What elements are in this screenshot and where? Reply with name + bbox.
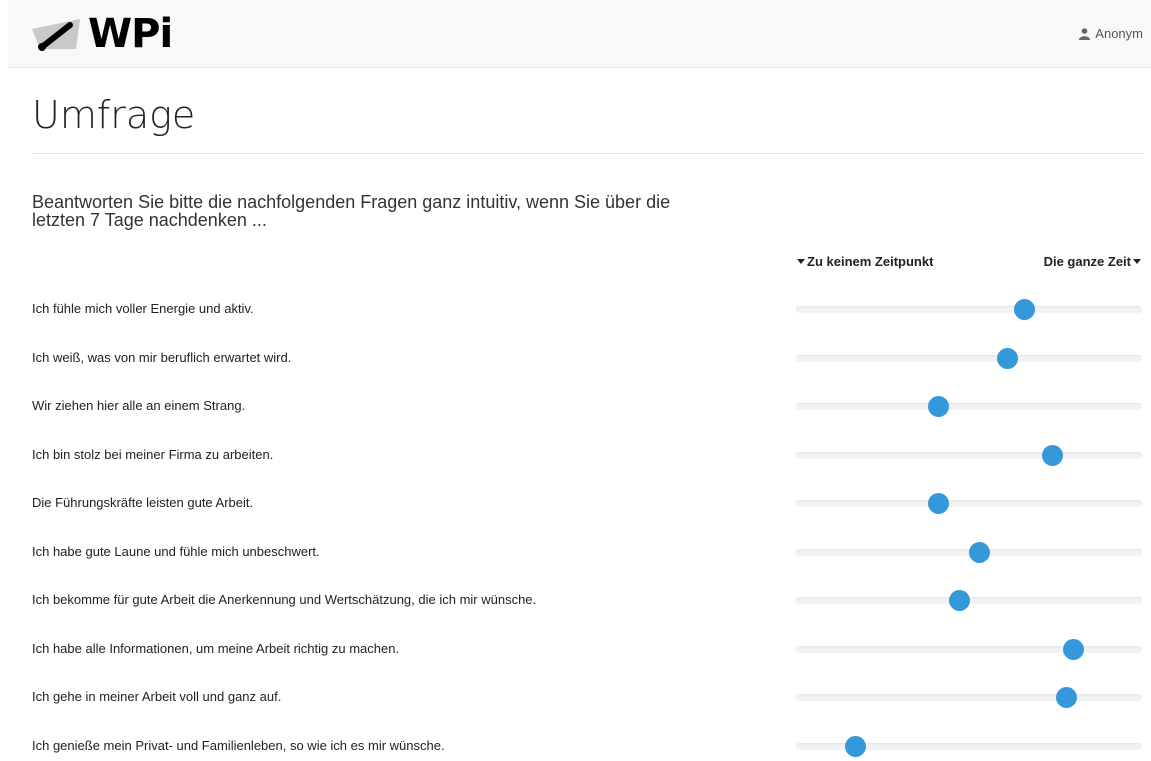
user-icon xyxy=(1079,27,1091,40)
question-row: Ich genieße mein Privat- und Familienleb… xyxy=(0,731,1151,761)
question-label: Ich gehe in meiner Arbeit voll und ganz … xyxy=(32,689,282,704)
title-divider xyxy=(32,153,1143,154)
question-slider[interactable] xyxy=(796,634,1142,664)
question-row: Ich bin stolz bei meiner Firma zu arbeit… xyxy=(0,440,1151,470)
scale-max-text: Die ganze Zeit xyxy=(1043,254,1131,269)
slider-handle[interactable] xyxy=(927,493,949,514)
slider-handle[interactable] xyxy=(1055,687,1077,708)
caret-down-icon xyxy=(797,259,805,264)
slider-handle[interactable] xyxy=(1042,445,1064,466)
slider-handle[interactable] xyxy=(997,348,1019,369)
question-row: Ich gehe in meiner Arbeit voll und ganz … xyxy=(0,682,1151,712)
question-label: Ich fühle mich voller Energie und aktiv. xyxy=(32,301,254,316)
gauge-logo-icon xyxy=(32,19,80,51)
slider-handle[interactable] xyxy=(844,736,866,757)
question-label: Die Führungskräfte leisten gute Arbeit. xyxy=(32,495,254,510)
brand-name: WPi xyxy=(88,11,173,57)
page-title: Umfrage xyxy=(32,93,196,137)
slider-track[interactable] xyxy=(796,500,1142,507)
brand-logo[interactable]: WPi xyxy=(30,10,173,58)
question-slider[interactable] xyxy=(796,343,1142,373)
slider-track[interactable] xyxy=(796,306,1142,313)
scale-min-text: Zu keinem Zeitpunkt xyxy=(807,254,934,269)
user-menu[interactable]: Anonym xyxy=(1079,26,1143,41)
caret-down-icon xyxy=(1133,259,1141,264)
question-label: Wir ziehen hier alle an einem Strang. xyxy=(32,398,246,413)
question-slider[interactable] xyxy=(796,488,1142,518)
question-slider[interactable] xyxy=(796,585,1142,615)
question-slider[interactable] xyxy=(796,731,1142,761)
slider-track[interactable] xyxy=(796,355,1142,362)
question-row: Wir ziehen hier alle an einem Strang. xyxy=(0,391,1151,421)
question-slider[interactable] xyxy=(796,440,1142,470)
slider-handle[interactable] xyxy=(1062,639,1084,660)
question-slider[interactable] xyxy=(796,682,1142,712)
question-label: Ich bin stolz bei meiner Firma zu arbeit… xyxy=(32,447,274,462)
question-row: Ich habe gute Laune und fühle mich unbes… xyxy=(0,537,1151,567)
question-row: Die Führungskräfte leisten gute Arbeit. xyxy=(0,488,1151,518)
question-label: Ich bekomme für gute Arbeit die Anerkenn… xyxy=(32,592,537,607)
scale-min-label: Zu keinem Zeitpunkt xyxy=(795,254,933,269)
slider-track[interactable] xyxy=(796,646,1142,653)
question-slider[interactable] xyxy=(796,391,1142,421)
question-slider[interactable] xyxy=(796,537,1142,567)
top-navbar: WPi Anonym xyxy=(8,0,1151,68)
slider-handle[interactable] xyxy=(948,590,970,611)
slider-track[interactable] xyxy=(796,694,1142,701)
slider-track[interactable] xyxy=(796,452,1142,459)
question-slider[interactable] xyxy=(796,294,1142,324)
slider-handle[interactable] xyxy=(927,396,949,417)
question-label: Ich weiß, was von mir beruflich erwartet… xyxy=(32,350,292,365)
slider-handle[interactable] xyxy=(1014,299,1036,320)
question-label: Ich habe alle Informationen, um meine Ar… xyxy=(32,641,400,656)
slider-handle[interactable] xyxy=(969,542,991,563)
question-row: Ich fühle mich voller Energie und aktiv. xyxy=(0,294,1151,324)
question-label: Ich genieße mein Privat- und Familienleb… xyxy=(32,738,445,753)
survey-intro: Beantworten Sie bitte die nachfolgenden … xyxy=(32,192,671,230)
user-name: Anonym xyxy=(1095,26,1143,41)
question-row: Ich habe alle Informationen, um meine Ar… xyxy=(0,634,1151,664)
slider-track[interactable] xyxy=(796,403,1142,410)
question-row: Ich bekomme für gute Arbeit die Anerkenn… xyxy=(0,585,1151,615)
question-row: Ich weiß, was von mir beruflich erwartet… xyxy=(0,343,1151,373)
scale-max-label: Die ganze Zeit xyxy=(1044,254,1143,269)
question-label: Ich habe gute Laune und fühle mich unbes… xyxy=(32,544,320,559)
